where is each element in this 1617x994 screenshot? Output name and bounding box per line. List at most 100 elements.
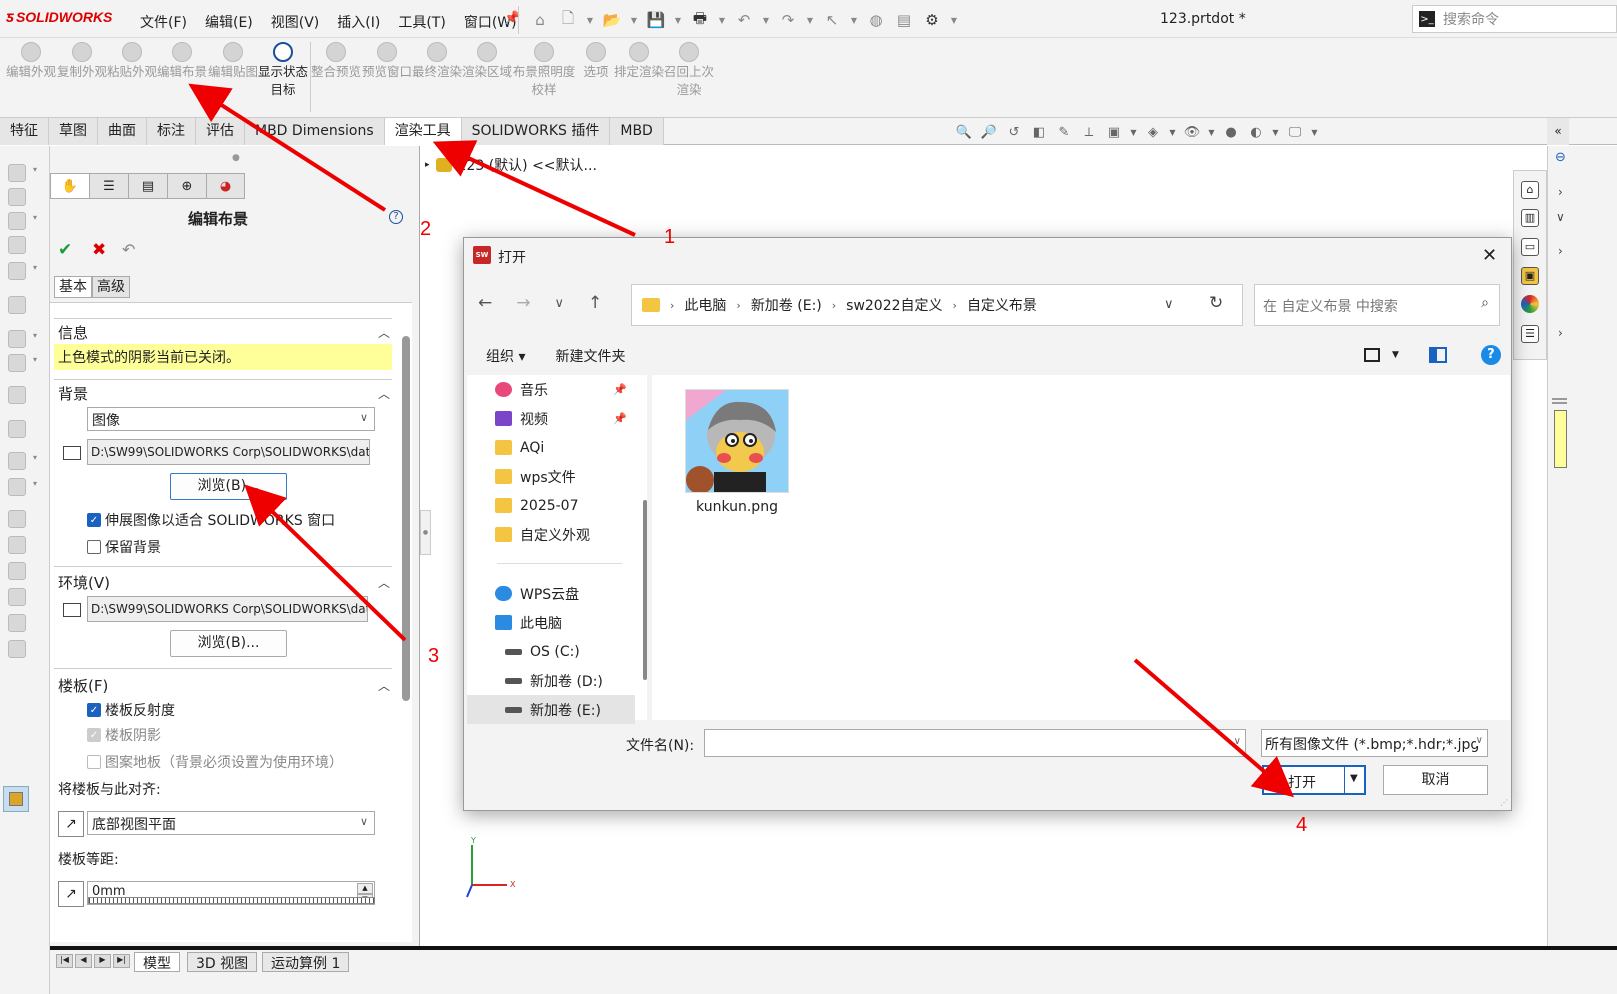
section-view-icon[interactable]: ◧ [1030,123,1048,141]
chevron-down-icon[interactable]: ∨ [1556,210,1565,224]
section-background-header[interactable]: 背景 [58,383,88,404]
ok-button[interactable]: ✔ [58,240,72,260]
tool-icon[interactable] [8,536,26,554]
sidebar-item-wps-files[interactable]: wps文件 [467,462,635,491]
change-view-icon[interactable] [1364,348,1380,362]
tool-icon[interactable] [8,588,26,606]
close-icon[interactable]: ✕ [1482,245,1497,266]
back-arrow-icon[interactable]: ← [478,293,492,313]
background-path-field[interactable]: D:\SW99\SOLIDWORKS Corp\SOLIDWORKS\data\ [87,439,370,465]
view-palette-icon[interactable]: ▣ [1521,267,1539,285]
floor-align-select[interactable]: 底部视图平面 ∨ [87,811,375,835]
tab-3d-view[interactable]: 3D 视图 [187,952,258,972]
menu-view[interactable]: 视图(V) [271,12,320,32]
collapse-icon[interactable]: ︿ [378,677,390,694]
first-tab-icon[interactable]: |◀ [56,954,73,968]
schedule-render-button[interactable]: 排定渲染 [614,42,664,81]
tab-solidworks-addins[interactable]: SOLIDWORKS 插件 [461,118,611,145]
open-button[interactable]: 打开 ▼ [1262,765,1366,795]
edit-scene-button[interactable]: 编辑布景 [157,42,207,81]
help-icon[interactable]: ? [389,210,403,224]
breadcrumb-custom-scene[interactable]: 自定义布景 [967,295,1037,315]
section-floor-header[interactable]: 楼板(F) [58,675,108,696]
edit-appearance-button[interactable]: 编辑外观 [6,42,56,81]
tool-icon[interactable] [8,562,26,580]
paste-appearance-button[interactable]: 粘贴外观 [107,42,157,81]
view-orientation-icon[interactable]: ⟂ [1080,123,1098,141]
tab-sketch[interactable]: 草图 [49,118,98,145]
splitter-handle[interactable]: ● [420,510,431,555]
previous-view-icon[interactable]: ↺ [1005,123,1023,141]
tab-model[interactable]: 模型 [134,952,180,972]
chevron-down-icon[interactable]: ▼ [585,9,595,31]
feature-tree-root[interactable]: ▸ 123 (默认) <<默认... [425,155,597,175]
breadcrumb-sw2022[interactable]: sw2022自定义 [846,295,942,315]
solidworks-logo[interactable]: ƽ SOLIDWORKS [6,9,112,27]
options-button[interactable]: 选项 [578,42,614,81]
display-style-icon[interactable]: ◈ [1144,123,1162,141]
chevron-down-icon[interactable]: ▼ [761,9,771,31]
tab-display-manager[interactable]: ✋ [50,173,89,199]
sidebar-item-aqi[interactable]: AQi [467,433,635,462]
sidebar-item-drive-e[interactable]: 新加卷 (E:) [467,695,635,724]
tab-mbd[interactable]: MBD [610,118,664,145]
chevron-down-icon[interactable]: ▼ [849,9,859,31]
sidebar-item-videos[interactable]: 视频 📌 [467,404,635,433]
tool-icon[interactable] [8,640,26,658]
offset-slider[interactable] [88,897,375,904]
tool-icon[interactable] [8,510,26,528]
refresh-icon[interactable]: ↻ [1209,293,1223,313]
sidebar-item-wps-cloud[interactable]: WPS云盘 [467,579,635,608]
chevron-right-icon[interactable]: › [1558,185,1563,199]
hide-show-items-icon[interactable]: 👁 [1183,123,1201,141]
section-environment-header[interactable]: 环境(V) [58,572,110,593]
tool-icon[interactable] [8,452,37,470]
collapse-panel-button[interactable]: « [1547,118,1569,145]
save-icon[interactable]: 💾 [645,9,667,31]
tool-icon[interactable] [8,614,26,632]
tab-render-tools[interactable]: 渲染工具 [384,118,462,145]
file-item[interactable]: kunkun.png [682,389,792,515]
chevron-down-icon[interactable]: ▼ [1311,123,1318,141]
resources-icon[interactable]: ▥ [1521,209,1539,227]
chevron-down-icon[interactable]: ▼ [1272,123,1279,141]
tool-icon[interactable] [8,164,37,182]
tab-mbd-dimensions[interactable]: MBD Dimensions [245,118,385,145]
chevron-down-icon[interactable]: ▼ [949,9,959,31]
new-document-icon[interactable]: 🗋 [557,9,579,31]
chevron-down-icon[interactable]: ▼ [1208,123,1215,141]
tab-configuration[interactable]: ⊕ [167,173,206,199]
keep-background-checkbox[interactable]: 保留背景 [87,537,161,557]
last-tab-icon[interactable]: ▶| [113,954,130,968]
filename-input[interactable]: ∨ [704,729,1246,757]
floor-reflection-checkbox[interactable]: ✓ 楼板反射度 [87,700,175,720]
chevron-right-icon[interactable]: › [1558,326,1563,340]
tab-basic[interactable]: 基本 [54,276,92,298]
organize-menu[interactable]: 组织 ▾ [486,346,525,366]
zoom-to-area-icon[interactable]: 🔎 [980,123,998,141]
file-properties-icon[interactable]: ▤ [893,9,915,31]
sidebar-item-drive-c[interactable]: OS (C:) [467,637,635,666]
tool-icon[interactable] [8,330,37,348]
undo-icon[interactable]: ↶ [733,9,755,31]
tab-motion-study[interactable]: 运动算例 1 [262,952,350,972]
print-icon[interactable]: 🖶 [689,9,711,31]
collapse-icon[interactable]: ︿ [378,385,390,402]
active-tool-button[interactable] [3,786,29,812]
chevron-down-icon[interactable]: ▼ [673,9,683,31]
breadcrumb-drive-e[interactable]: 新加卷 (E:) [751,295,822,315]
yellow-note-tab[interactable] [1554,410,1567,468]
tool-icon[interactable] [8,354,37,372]
sidebar-item-drive-d[interactable]: 新加卷 (D:) [467,666,635,695]
chevron-down-icon[interactable]: ▼ [1350,773,1358,784]
tool-icon[interactable] [8,188,26,206]
collapse-icon[interactable]: ︿ [378,574,390,591]
tool-icon[interactable] [8,420,26,438]
view-selector-icon[interactable]: ▣ [1105,123,1123,141]
chevron-down-icon[interactable]: ▼ [805,9,815,31]
chevron-right-icon[interactable]: › [1558,244,1563,258]
preview-window-button[interactable]: 预览窗口 [362,42,412,81]
edit-decal-button[interactable]: 编辑贴图 [208,42,258,81]
recent-locations-icon[interactable]: ∨ [555,293,565,313]
cancel-button[interactable]: ✖ [92,240,106,260]
